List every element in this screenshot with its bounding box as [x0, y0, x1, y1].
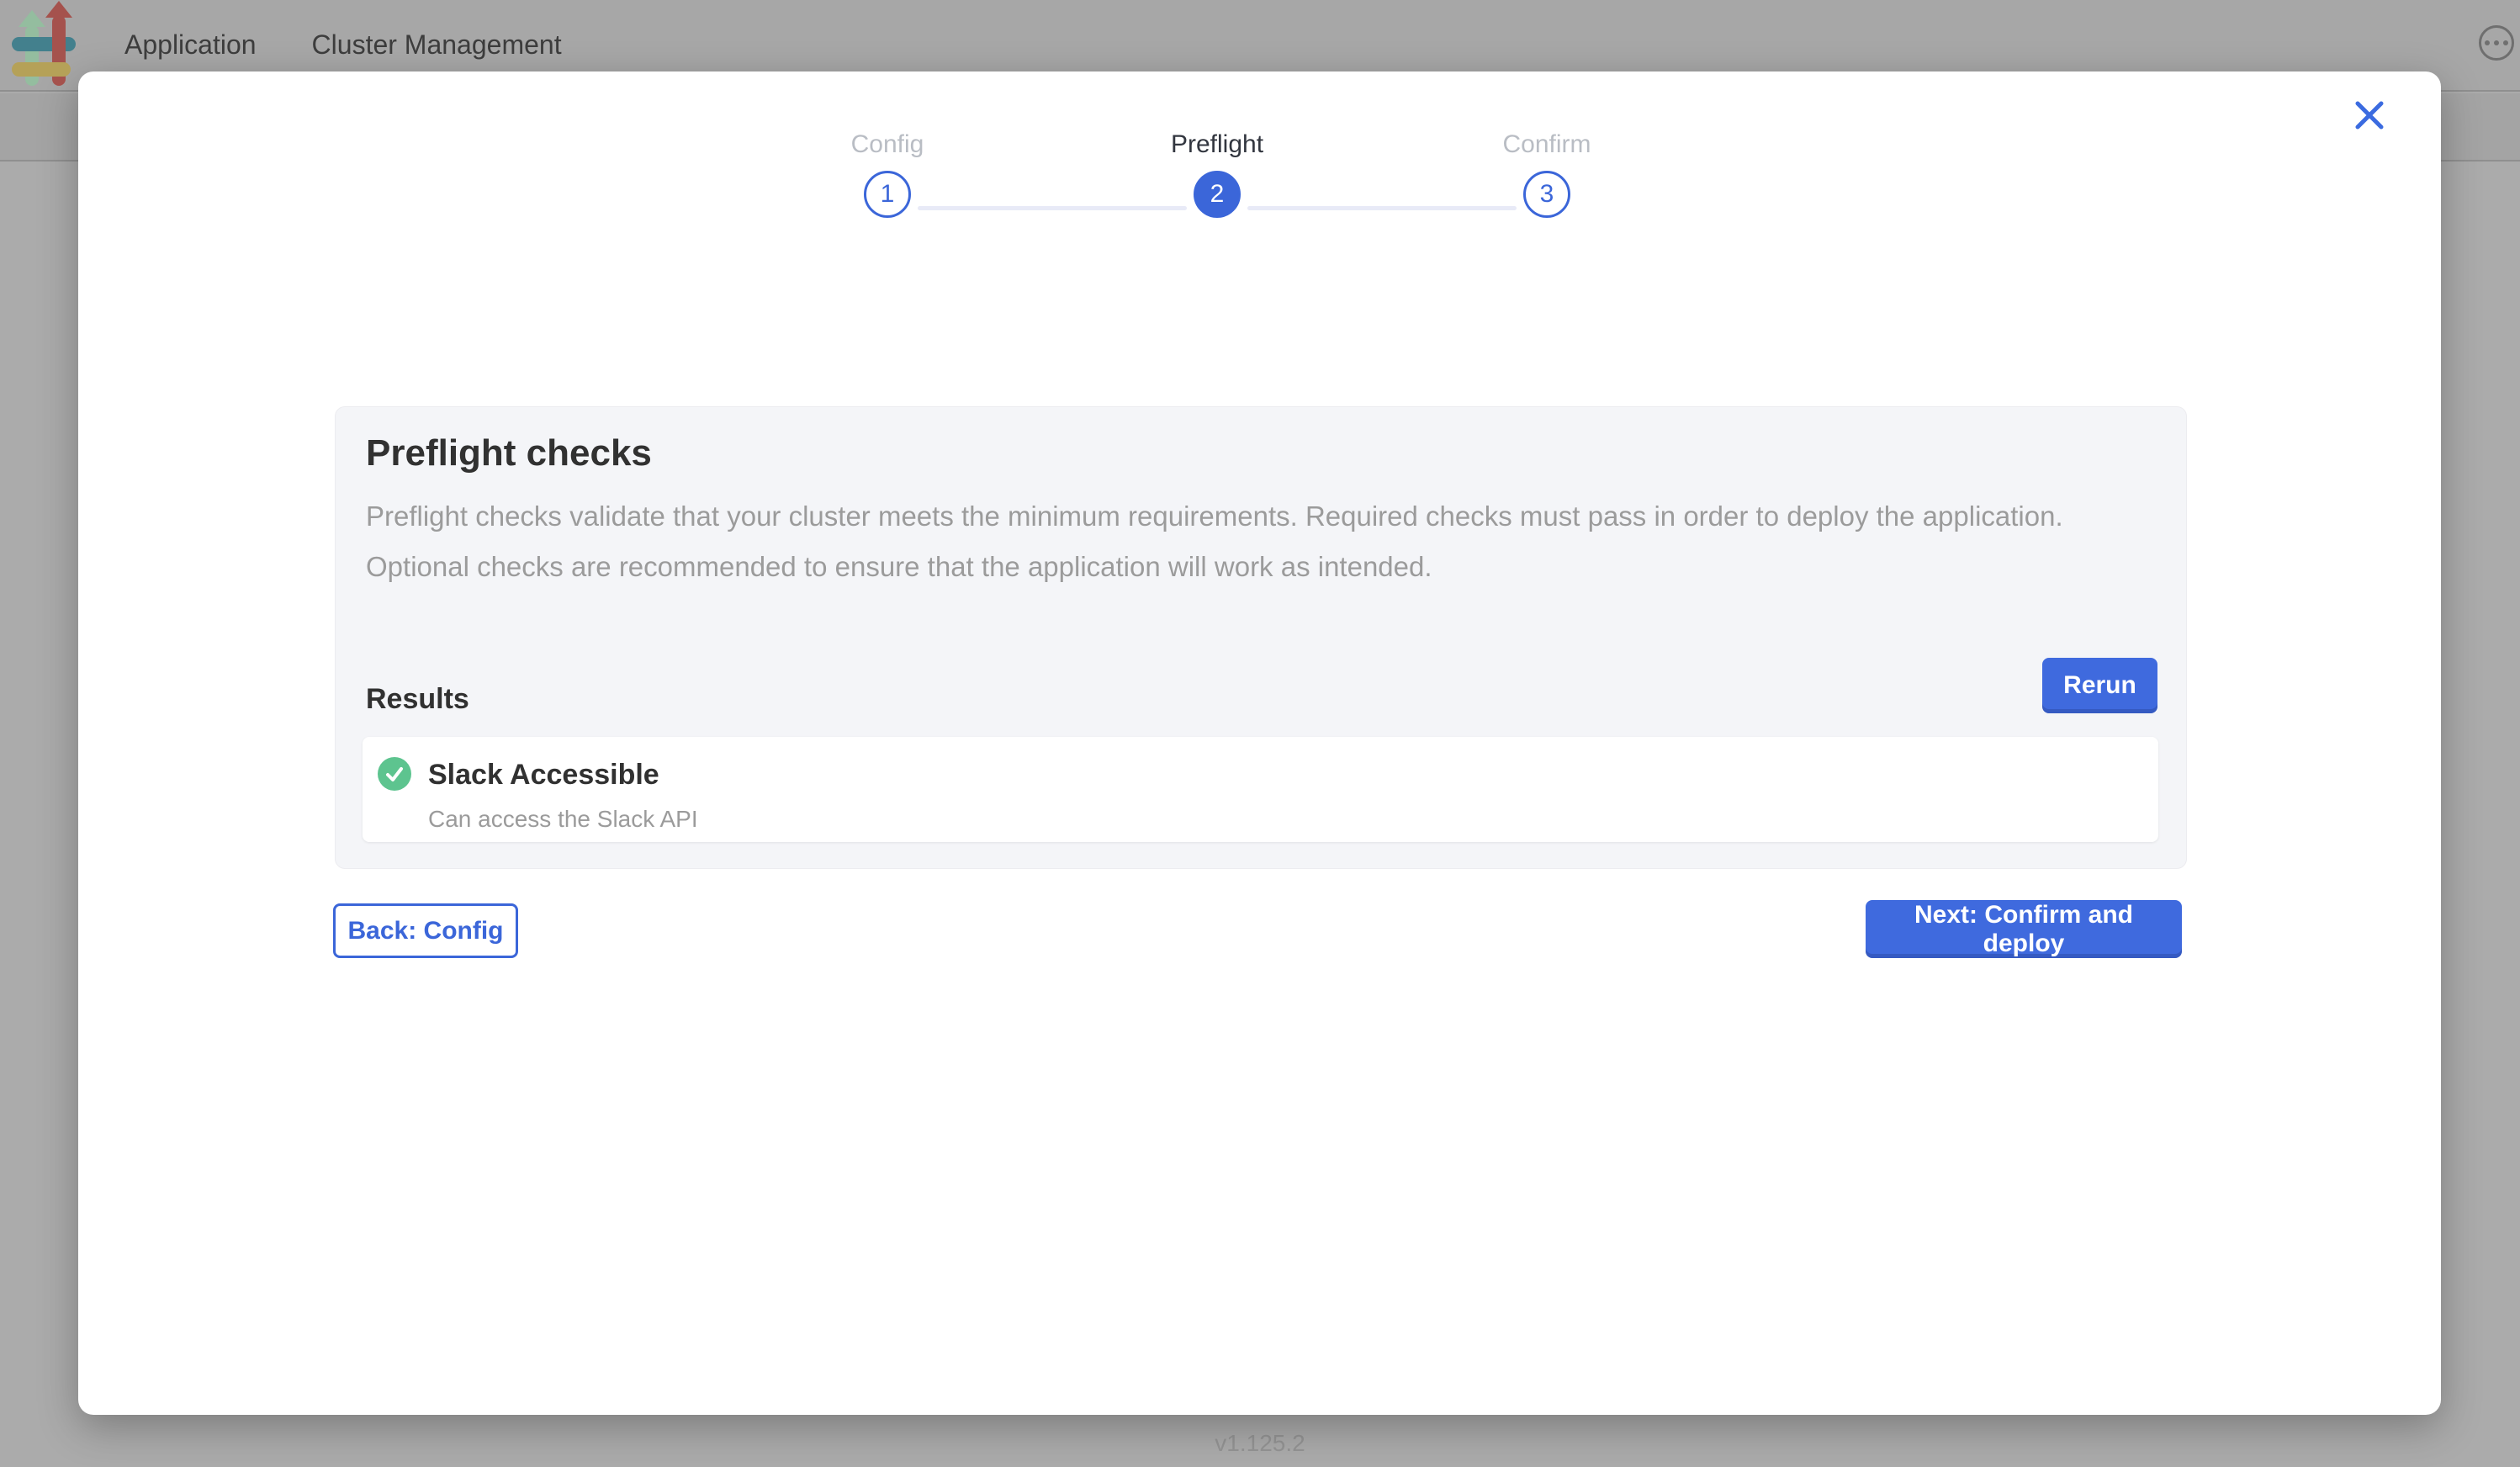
nav-tab-application[interactable]: Application [124, 29, 257, 61]
app-logo-icon [10, 7, 77, 91]
step-confirm: Confirm 3 [1421, 130, 1673, 218]
step-preflight: Preflight 2 [1091, 130, 1343, 218]
step-label: Config [761, 130, 1014, 159]
panel-title: Preflight checks [366, 432, 652, 474]
step-number-badge: 1 [864, 171, 911, 218]
step-config: Config 1 [761, 130, 1014, 218]
step-label: Preflight [1091, 130, 1343, 159]
version-label: v1.125.2 [0, 1430, 2520, 1457]
results-heading: Results [366, 683, 469, 716]
preflight-panel: Preflight checks Preflight checks valida… [335, 406, 2187, 869]
back-button[interactable]: Back: Config [333, 903, 518, 958]
step-number-badge: 3 [1523, 171, 1570, 218]
preflight-modal: Config 1 Preflight 2 Confirm 3 Preflight… [78, 71, 2441, 1415]
check-pass-icon [378, 757, 411, 791]
next-button[interactable]: Next: Confirm and deploy [1866, 900, 2182, 958]
nav-tab-cluster-management[interactable]: Cluster Management [312, 29, 562, 61]
check-title: Slack Accessible [428, 759, 659, 792]
close-icon[interactable] [2351, 97, 2388, 134]
step-number-badge: 2 [1194, 171, 1241, 218]
screen: Application Cluster Management v1.125.2 … [0, 0, 2520, 1467]
preflight-check-row: Slack Accessible Can access the Slack AP… [363, 737, 2158, 842]
panel-description: Preflight checks validate that your clus… [366, 491, 2115, 592]
step-label: Confirm [1421, 130, 1673, 159]
rerun-button[interactable]: Rerun [2042, 658, 2157, 713]
ellipsis-menu-icon[interactable] [2479, 25, 2514, 61]
check-description: Can access the Slack API [428, 806, 698, 833]
